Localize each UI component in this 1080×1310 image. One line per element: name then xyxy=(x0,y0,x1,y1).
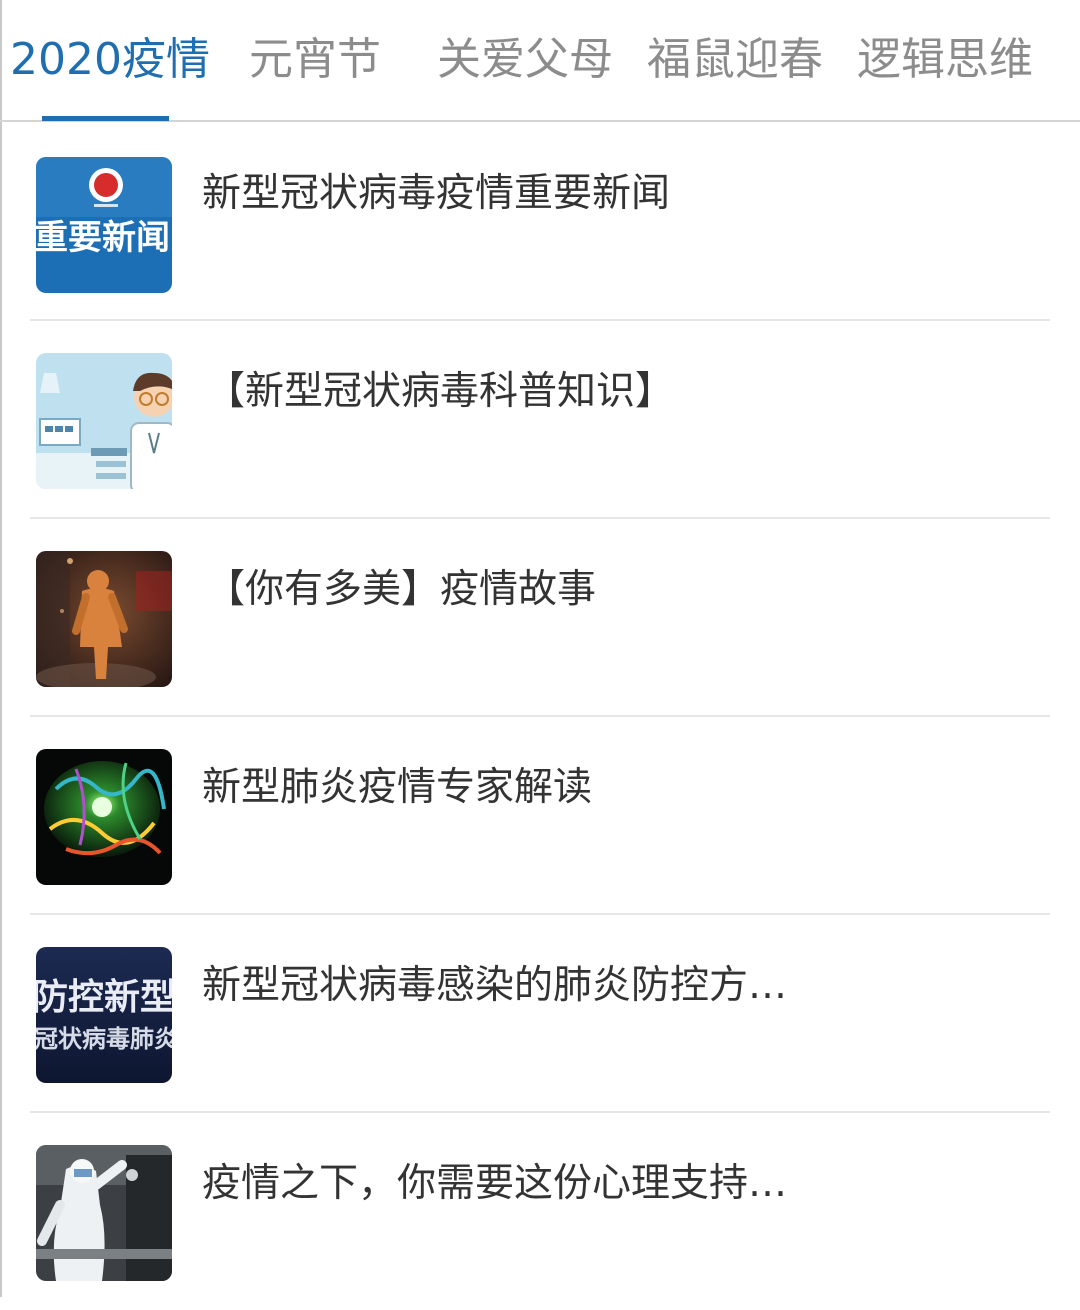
article-title: 新型冠状病毒感染的肺炎防控方… xyxy=(202,963,788,1008)
list-item[interactable]: 【新型冠状病毒科普知识】 xyxy=(0,320,1080,518)
protective-suit-worker-photo xyxy=(36,551,172,687)
active-tab-indicator xyxy=(42,116,169,121)
tab-2020-epidemic[interactable]: 2020疫情 xyxy=(10,30,210,90)
medical-worker-photo xyxy=(36,1145,172,1281)
prevention-guide-cover: 防控新型 冠状病毒肺炎 xyxy=(36,947,172,1083)
tab-year-of-rat[interactable]: 福鼠迎春 xyxy=(647,30,823,90)
tab-care-for-parents[interactable]: 关爱父母 xyxy=(437,30,613,90)
category-tab-bar: 2020疫情 元宵节 关爱父母 福鼠迎春 逻辑思维 xyxy=(0,0,1080,122)
tab-lantern-festival[interactable]: 元宵节 xyxy=(249,30,381,90)
article-title: 【你有多美】疫情故事 xyxy=(206,567,597,612)
article-title: 新型肺炎疫情专家解读 xyxy=(202,765,593,810)
thumb-cover-text-line1: 防控新型 xyxy=(36,976,172,1018)
article-title: 【新型冠状病毒科普知识】 xyxy=(206,369,675,414)
news-banner-icon: 重要新闻 xyxy=(36,157,172,293)
virus-protein-model-image xyxy=(36,749,172,885)
list-item[interactable]: 重要新闻 新型冠状病毒疫情重要新闻 xyxy=(0,122,1080,320)
list-item[interactable]: 【你有多美】疫情故事 xyxy=(0,518,1080,716)
thumb-cover-text-line2: 冠状病毒肺炎 xyxy=(36,1024,172,1053)
list-item[interactable]: 防控新型 冠状病毒肺炎 新型冠状病毒感染的肺炎防控方… xyxy=(0,914,1080,1112)
thumb-banner-text: 重要新闻 xyxy=(36,218,170,258)
article-title: 疫情之下，你需要这份心理支持… xyxy=(202,1161,788,1206)
article-title: 新型冠状病毒疫情重要新闻 xyxy=(202,171,671,216)
doctor-illustration-icon xyxy=(36,353,172,489)
tab-logical-thinking[interactable]: 逻辑思维 xyxy=(857,30,1033,90)
list-item[interactable]: 疫情之下，你需要这份心理支持… xyxy=(0,1112,1080,1310)
list-item[interactable]: 新型肺炎疫情专家解读 xyxy=(0,716,1080,914)
